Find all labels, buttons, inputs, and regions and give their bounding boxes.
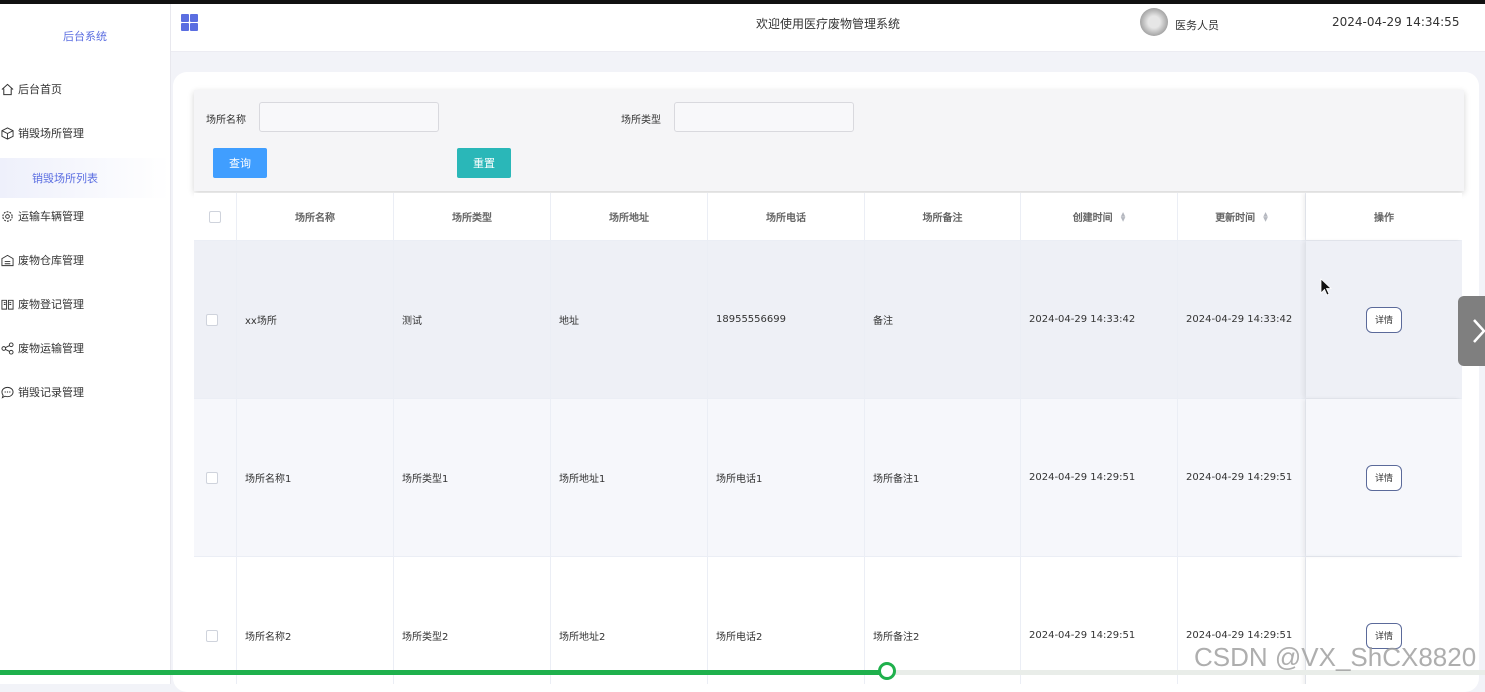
sidebar-item-label: 后台首页 [18,83,62,96]
row-checkbox[interactable] [206,629,218,642]
cell-actions: 详情 [1306,399,1462,556]
share-icon [0,341,14,355]
cell-updated: 2024-04-29 14:33:42 [1178,241,1306,398]
column-header-label: 更新时间 [1215,213,1256,224]
header: 欢迎使用医疗废物管理系统 医务人员 2024-04-29 14:34:55 [171,4,1485,52]
user-name[interactable]: 医务人员 [1175,17,1219,33]
data-table: 场所名称 场所类型 场所地址 场所电话 场所备注 创建时间 ▲ ▼ 更新时间 ▲ ▼ 操… [194,193,1462,684]
site-name-input[interactable] [259,102,439,132]
video-progress-fill [0,670,887,675]
cell-created: 2024-04-29 14:29:51 [1021,399,1178,556]
query-button[interactable]: 查询 [213,148,267,178]
site-name-label: 场所名称 [206,115,246,126]
sidebar-item-label: 废物仓库管理 [18,254,84,267]
column-header-updated[interactable]: 更新时间 ▲ ▼ [1178,193,1306,240]
cell-phone: 场所电话2 [708,557,865,684]
sidebar: 后台系统 后台首页 销毁场所管理 销毁场所列表 运输车辆管理 废物仓库管理 废物… [0,4,171,684]
cell-address: 场所地址2 [551,557,708,684]
sidebar-item-vehicle[interactable]: 运输车辆管理 [0,196,170,236]
search-panel: 场所名称 场所类型 查询 重置 [194,90,1464,191]
cube-icon [0,126,14,140]
column-header: 场所名称 [237,193,394,240]
table-header: 场所名称 场所类型 场所地址 场所电话 场所备注 创建时间 ▲ ▼ 更新时间 ▲ ▼ 操… [194,193,1462,241]
mouse-cursor-icon [1320,278,1333,296]
detail-button[interactable]: 详情 [1366,306,1402,333]
sidebar-item-label: 销毁记录管理 [18,386,84,399]
cell-remark: 场所备注1 [865,399,1021,556]
datetime: 2024-04-29 14:34:55 [1332,15,1460,29]
column-header: 操作 [1306,193,1462,240]
table-row[interactable]: xx场所 测试 地址 18955556699 备注 2024-04-29 14:… [194,241,1462,399]
menu-grid-icon[interactable] [181,14,198,31]
cell-type: 场所类型2 [394,557,551,684]
next-arrow-button[interactable] [1458,296,1485,366]
avatar[interactable] [1140,8,1168,36]
sidebar-subitem-site-list[interactable]: 销毁场所列表 [0,158,170,198]
column-header: 场所备注 [865,193,1021,240]
select-all-checkbox[interactable] [209,210,221,223]
book-icon [0,297,14,311]
column-header: 场所类型 [394,193,551,240]
sidebar-item-destroy-record[interactable]: 销毁记录管理 [0,372,170,412]
cell-remark: 备注 [865,241,1021,398]
row-checkbox[interactable] [206,313,218,326]
cell-name: xx场所 [237,241,394,398]
sidebar-item-label: 销毁场所管理 [18,127,84,140]
cell-phone: 18955556699 [708,241,865,398]
sort-icon[interactable]: ▲ ▼ [1121,211,1126,222]
column-header: 场所电话 [708,193,865,240]
cell-phone: 场所电话1 [708,399,865,556]
chevron-right-icon [1473,319,1485,343]
detail-button[interactable]: 详情 [1366,464,1402,491]
sidebar-item-home[interactable]: 后台首页 [0,69,170,109]
reset-button[interactable]: 重置 [457,148,511,178]
sidebar-item-warehouse[interactable]: 废物仓库管理 [0,240,170,280]
gear-icon [0,209,14,223]
sidebar-item-registration[interactable]: 废物登记管理 [0,284,170,324]
cell-address: 地址 [551,241,708,398]
table-row[interactable]: 场所名称1 场所类型1 场所地址1 场所电话1 场所备注1 2024-04-29… [194,399,1462,557]
cell-actions: 详情 [1306,241,1462,398]
sidebar-item-destroy-site[interactable]: 销毁场所管理 [0,113,170,153]
column-header: 场所地址 [551,193,708,240]
cell-created: 2024-04-29 14:33:42 [1021,241,1178,398]
row-select-cell [194,557,237,684]
cell-type: 测试 [394,241,551,398]
column-header-label: 创建时间 [1072,213,1113,224]
sidebar-item-label: 废物登记管理 [18,298,84,311]
site-type-label: 场所类型 [621,115,661,126]
cell-created: 2024-04-29 14:29:51 [1021,557,1178,684]
sort-icon[interactable]: ▲ ▼ [1263,211,1268,222]
cell-name: 场所名称2 [237,557,394,684]
warehouse-icon [0,253,14,267]
home-icon [0,82,14,96]
video-progress-handle[interactable] [878,662,896,680]
site-type-input[interactable] [674,102,854,132]
cell-type: 场所类型1 [394,399,551,556]
chat-icon [0,385,14,399]
select-all-cell [194,193,237,240]
cell-name: 场所名称1 [237,399,394,556]
cell-updated: 2024-04-29 14:29:51 [1178,399,1306,556]
row-select-cell [194,241,237,398]
row-checkbox[interactable] [206,471,218,484]
cell-address: 场所地址1 [551,399,708,556]
sidebar-item-transport[interactable]: 废物运输管理 [0,328,170,368]
welcome-title: 欢迎使用医疗废物管理系统 [756,17,901,31]
column-header-created[interactable]: 创建时间 ▲ ▼ [1021,193,1178,240]
row-select-cell [194,399,237,556]
sidebar-item-label: 废物运输管理 [18,342,84,355]
brand-title: 后台系统 [63,30,107,43]
watermark: CSDN @VX_ShCX8820 [1194,642,1477,672]
sidebar-item-label: 运输车辆管理 [18,210,84,223]
